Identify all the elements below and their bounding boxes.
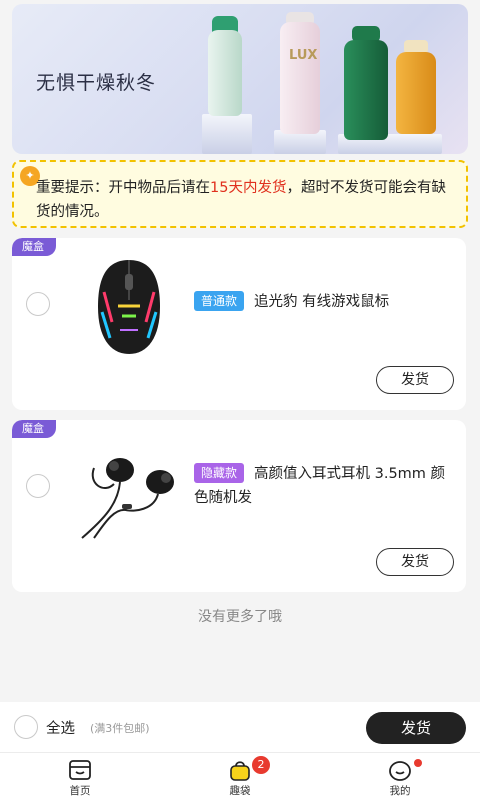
gaming-mouse-image xyxy=(98,260,160,354)
item-title-text: 追光豹 有线游戏鼠标 xyxy=(254,294,390,310)
home-icon xyxy=(69,760,91,780)
rarity-badge: 隐藏款 xyxy=(194,463,245,483)
ship-button[interactable]: 发货 xyxy=(376,548,454,576)
notification-dot xyxy=(414,759,422,767)
profile-icon xyxy=(389,761,411,781)
item-select-radio[interactable] xyxy=(26,474,50,498)
tab-bag-label: 趣袋 xyxy=(229,785,251,797)
rarity-badge: 普通款 xyxy=(194,291,245,311)
action-bar: 全选 (满3件包邮) 发货 xyxy=(0,702,480,752)
notice-box: ✦ 重要提示：开中物品后请在15天内发货，超时不发货可能会有缺货的情况。 xyxy=(12,160,468,228)
bag-icon xyxy=(230,761,250,781)
select-all-radio[interactable] xyxy=(14,715,38,739)
item-title: 普通款 追光豹 有线游戏鼠标 xyxy=(194,290,454,314)
notice-text: 重要提示：开中物品后请在15天内发货，超时不发货可能会有缺货的情况。 xyxy=(36,176,456,224)
banner-title: 无惧干燥秋冬 xyxy=(36,72,157,94)
select-all-label[interactable]: 全选 xyxy=(46,717,75,738)
lux-logo: LUX xyxy=(289,48,318,63)
notice-prefix: 重要提示：开中物品后请在 xyxy=(36,180,210,196)
ship-all-button[interactable]: 发货 xyxy=(366,712,466,744)
item-title: 隐藏款 高颜值入耳式耳机 3.5mm 颜色随机发 xyxy=(194,462,454,510)
box-tag: 魔盒 xyxy=(12,420,56,438)
item-card: 魔盒 普通款 追光豹 有线游戏鼠标 发货 xyxy=(12,238,466,410)
tab-home-label: 首页 xyxy=(69,785,91,797)
ginger-bottle-image xyxy=(396,52,436,134)
ship-button[interactable]: 发货 xyxy=(376,366,454,394)
free-shipping-note: (满3件包邮) xyxy=(90,722,150,735)
tab-me-label: 我的 xyxy=(389,785,411,797)
earphones-image xyxy=(81,458,174,539)
box-tag: 魔盒 xyxy=(12,238,56,256)
tab-me[interactable]: 我的 xyxy=(360,759,440,798)
no-more-text: 没有更多了哦 xyxy=(198,609,282,625)
tab-home[interactable]: 首页 xyxy=(40,759,120,798)
banner-pedestal xyxy=(202,114,252,154)
shampoo-bottle-image xyxy=(208,30,242,116)
tab-bar: 首页 2 趣袋 我的 xyxy=(0,752,480,800)
notice-highlight: 15天内发货 xyxy=(210,180,287,196)
green-bottle-image xyxy=(344,40,388,140)
tab-bag[interactable]: 2 趣袋 xyxy=(200,756,280,798)
item-card: 魔盒 隐藏款 高颜值入耳式耳机 3.5mm 颜色随机发 发货 xyxy=(12,420,466,592)
bag-count-badge: 2 xyxy=(252,756,270,774)
item-select-radio[interactable] xyxy=(26,292,50,316)
promo-banner[interactable]: LUX 无惧干燥秋冬 xyxy=(12,4,468,154)
lux-bottle-image xyxy=(280,22,320,134)
